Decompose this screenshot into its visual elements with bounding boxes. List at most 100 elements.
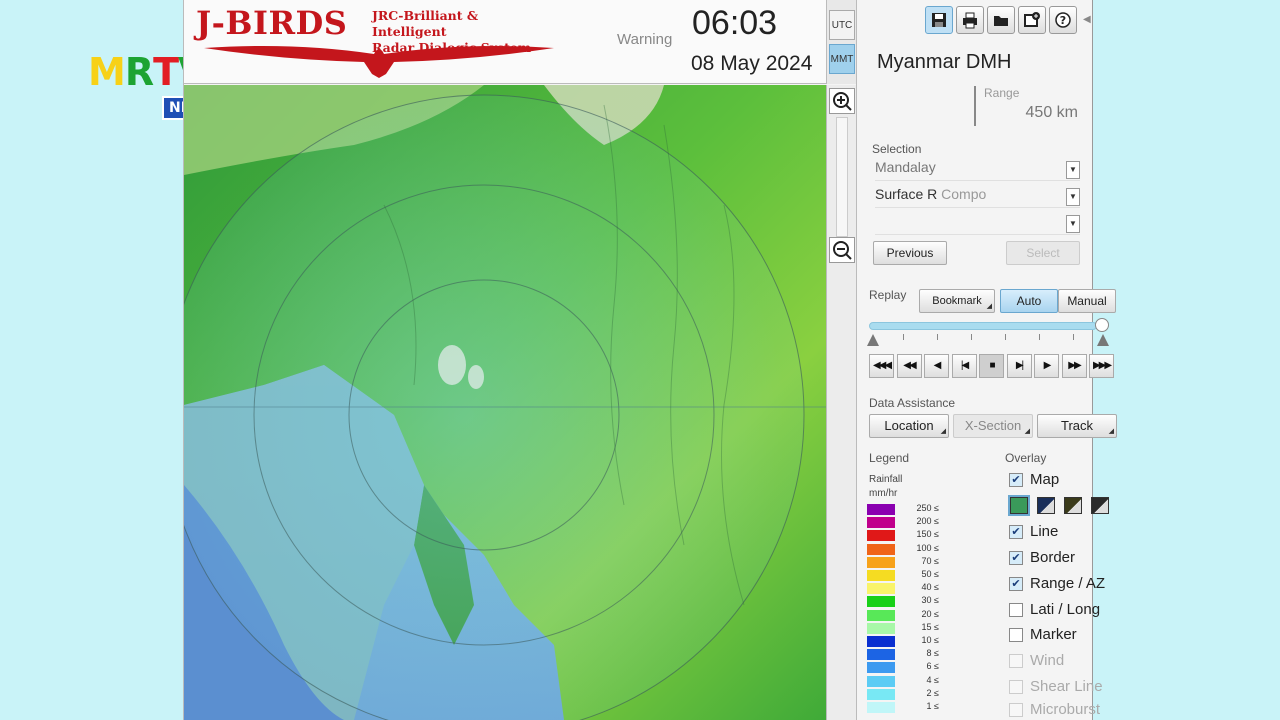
play-button[interactable]: ▶ [1034,354,1059,378]
station-select[interactable]: Mandalay ▼ [875,159,1080,181]
skip-end-button[interactable]: ▶| [1006,354,1032,378]
add-window-button[interactable] [1018,6,1046,34]
legend-swatch [867,543,895,555]
select-button[interactable]: Select [1006,241,1080,265]
track-button[interactable]: Track ◢ [1037,414,1117,438]
zoom-in-button[interactable] [829,88,855,114]
last-button[interactable]: ▶▶▶ [1089,354,1114,378]
overlay-border[interactable]: ✔ Border [1005,548,1095,570]
timeline-handle[interactable] [1095,318,1109,332]
legend-swatch [867,583,895,595]
range-value: 450 km [1025,104,1078,121]
overlay-label: Wind [1030,652,1065,669]
mmt-button[interactable]: MMT [829,44,855,74]
legend-entry: 4 ≤ [867,675,942,688]
first-button[interactable]: ◀◀◀ [869,354,894,378]
location-button[interactable]: Location ◢ [869,414,949,438]
legend-value: 150 ≤ [916,529,939,540]
stop-button[interactable]: ■ [979,354,1004,378]
overlay-line[interactable]: ✔ Line [1005,522,1095,544]
xsection-button[interactable]: X-Section ◢ [953,414,1033,438]
legend-entry: 200 ≤ [867,516,942,529]
extra-select[interactable]: ▼ [875,213,1080,235]
overlay-checkbox[interactable] [1009,603,1023,617]
svg-text:?: ? [1060,14,1066,27]
toolbar: ? [925,6,1077,34]
legend-unit: Rainfall mm/hr [869,474,903,499]
legend-swatch [867,556,895,568]
overlay-checkbox[interactable]: ✔ [1009,577,1023,591]
clock-date: 08 May 2024 [691,52,813,75]
legend-swatch [867,675,895,687]
skip-start-button[interactable]: |◀ [951,354,977,378]
header-bar: J-BIRDS JRC-Brilliant & Intelligent Rada… [184,0,826,84]
overlay-label: Border [1030,549,1076,566]
legend-entry: 10 ≤ [867,635,942,648]
overlay-marker[interactable]: Marker [1005,625,1095,647]
rewind-button[interactable]: ◀◀ [896,354,922,378]
legend-value: 10 ≤ [921,635,939,645]
overlay-checkbox[interactable]: ✔ [1009,551,1023,565]
rewind-icon: ◀◀ [903,360,916,371]
zoom-bar [826,85,856,720]
zoom-slider[interactable] [836,117,848,237]
auto-button[interactable]: Auto [1000,289,1058,313]
map-style-terrain-dark-blue[interactable] [1037,497,1055,514]
overlay-lati-long[interactable]: Lati / Long [1005,600,1100,622]
overlay-label: Lati / Long [1030,601,1101,618]
legend-value: 8 ≤ [926,648,939,659]
legend-entry: 1 ≤ [867,701,942,714]
fast-forward-button[interactable]: ▶▶ [1061,354,1087,378]
replay-timeline-slider[interactable] [869,322,1097,330]
legend-value: 2 ≤ [926,687,939,698]
overlay-checkbox[interactable] [1009,628,1023,642]
legend-value: 15 ≤ [921,621,939,632]
chevron-down-icon[interactable]: ▼ [1066,215,1080,233]
legend-swatch [867,662,895,674]
overlay-microburst: Microburst [1005,700,1100,720]
timeline-end-marker[interactable] [1097,334,1109,346]
legend-entry: 50 ≤ [867,569,942,582]
eagle-logo-icon [204,46,554,78]
chevron-down-icon[interactable]: ▼ [1066,161,1080,179]
map-style-terrain-color[interactable] [1008,495,1030,516]
legend-entry: 70 ≤ [867,556,942,569]
legend-entry: 40 ≤ [867,582,942,595]
timezone-switch: UTC MMT [826,0,856,84]
print-button[interactable] [956,6,984,34]
open-folder-button[interactable] [987,6,1015,34]
collapse-panel-icon[interactable]: ◀ [1083,14,1091,25]
range-display: Range 450 km [974,86,1084,126]
utc-button[interactable]: UTC [829,10,855,40]
legend-swatch [867,570,895,581]
clock-time: 06:03 [692,4,778,42]
save-button[interactable] [925,6,953,34]
overlay-map[interactable]: ✔ Map [1005,470,1095,492]
last-icon: ▶▶▶ [1092,360,1112,371]
product-select[interactable]: Surface R Compo ▼ [875,186,1080,208]
chevron-down-icon[interactable]: ▼ [1066,188,1080,206]
overlay-range-az[interactable]: ✔ Range / AZ [1005,574,1105,596]
help-icon: ? [1055,12,1071,28]
zoom-out-icon [833,241,852,260]
map-style-terrain-dark-gray[interactable] [1091,497,1109,514]
legend-entry: 2 ≤ [867,688,942,701]
legend-swatch [867,688,895,700]
legend-swatch [867,517,895,529]
step-back-button[interactable]: ◀ [924,354,949,378]
radar-map[interactable] [184,85,826,720]
bookmark-button[interactable]: Bookmark ◢ [919,289,995,313]
overlay-checkbox[interactable]: ✔ [1009,525,1023,539]
zoom-out-button[interactable] [829,237,855,263]
legend-value: 200 ≤ [916,516,939,527]
overlay-label: Map [1030,471,1060,488]
map-style-terrain-dark-olive[interactable] [1064,497,1082,514]
warning-indicator[interactable]: Warning [617,31,672,48]
step-back-icon: ◀ [933,360,942,371]
overlay-checkbox[interactable]: ✔ [1009,473,1023,487]
manual-button[interactable]: Manual [1058,289,1116,313]
help-button[interactable]: ? [1049,6,1077,34]
timeline-start-marker[interactable] [867,334,879,346]
legend-swatch [867,622,895,634]
previous-button[interactable]: Previous [873,241,947,265]
